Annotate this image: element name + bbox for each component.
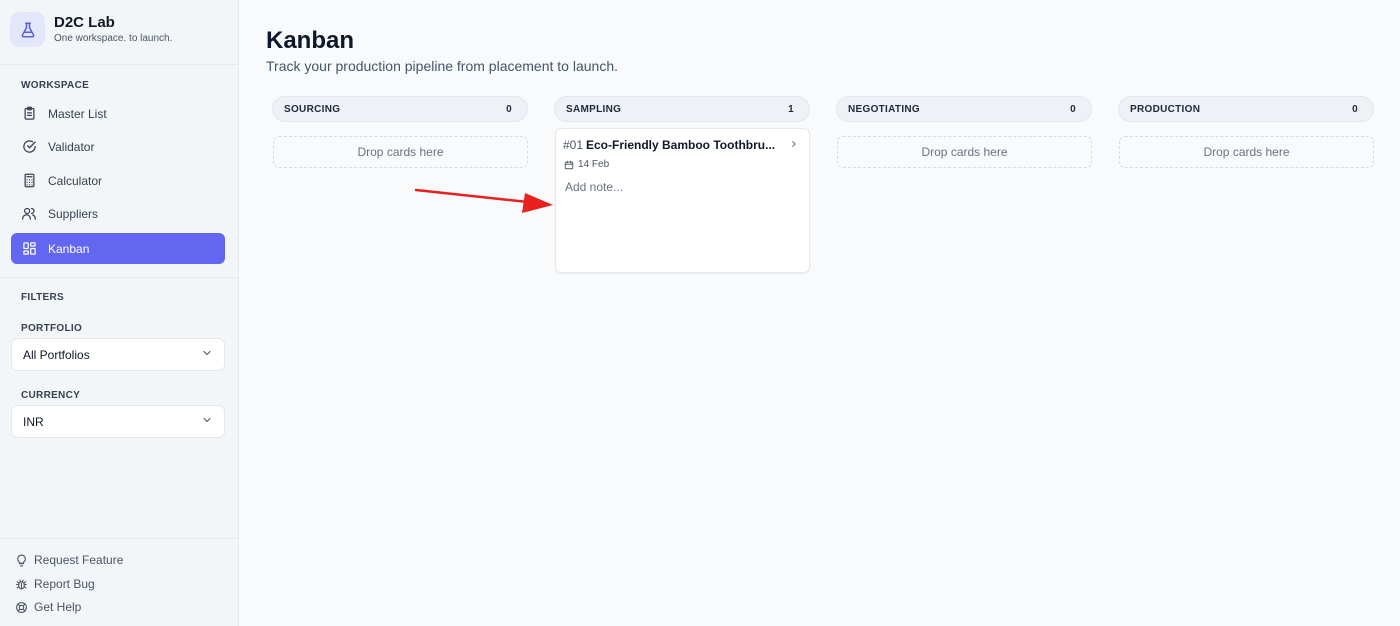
card-date: 14 Feb (564, 159, 609, 170)
calendar-icon (564, 160, 574, 170)
currency-label: CURRENCY (21, 390, 81, 401)
card-date-text: 14 Feb (578, 159, 610, 170)
filters-section-label: FILTERS (21, 292, 65, 303)
page-title: Kanban (266, 27, 355, 54)
sidebar-item-label: Suppliers (48, 206, 99, 221)
column-header-production: PRODUCTION 0 (1118, 96, 1374, 122)
drop-zone-production[interactable]: Drop cards here (1119, 136, 1374, 168)
kanban-icon (21, 241, 37, 257)
column-name: NEGOTIATING (848, 103, 921, 115)
footer-link-label: Report Bug (34, 577, 95, 591)
sidebar-item-label: Validator (48, 139, 95, 154)
card-title[interactable]: Eco-Friendly Bamboo Toothbru... (586, 138, 781, 152)
lightbulb-icon (14, 553, 28, 567)
flask-icon (10, 12, 45, 47)
column-count: 0 (506, 103, 512, 115)
column-name: PRODUCTION (1130, 103, 1201, 115)
brand: D2C Lab One workspace. to launch. (10, 12, 172, 47)
card-note-input[interactable] (565, 180, 801, 194)
column-header-sampling: SAMPLING 1 (554, 96, 810, 122)
users-icon (21, 206, 37, 222)
page-subtitle: Track your production pipeline from plac… (266, 58, 618, 74)
calculator-icon (21, 173, 37, 189)
currency-select[interactable]: INR (11, 405, 225, 438)
chevron-down-icon (201, 414, 213, 429)
chevron-down-icon (201, 347, 213, 362)
column-count: 0 (1352, 103, 1358, 115)
portfolio-select[interactable]: All Portfolios (11, 338, 225, 371)
column-header-negotiating: NEGOTIATING 0 (836, 96, 1092, 122)
drop-zone-sourcing[interactable]: Drop cards here (273, 136, 528, 168)
get-help-link[interactable]: Get Help (14, 600, 81, 614)
column-count: 0 (1070, 103, 1076, 115)
request-feature-link[interactable]: Request Feature (14, 553, 123, 567)
column-name: SAMPLING (566, 103, 622, 115)
column-header-sourcing: SOURCING 0 (272, 96, 528, 122)
brand-name: D2C Lab (54, 13, 115, 31)
workspace-section-label: WORKSPACE (21, 80, 90, 91)
report-bug-link[interactable]: Report Bug (14, 577, 95, 591)
portfolio-label: PORTFOLIO (21, 323, 83, 334)
sidebar-item-label: Master List (48, 106, 107, 121)
footer-link-label: Request Feature (34, 553, 124, 567)
sidebar-item-kanban[interactable]: Kanban (11, 233, 225, 264)
sidebar-item-validator[interactable]: Validator (11, 131, 225, 162)
divider (0, 277, 239, 278)
help-icon (14, 600, 28, 614)
sidebar-item-master-list[interactable]: Master List (11, 98, 225, 129)
chevron-right-icon[interactable] (788, 137, 800, 151)
brand-tagline: One workspace. to launch. (54, 32, 173, 44)
drop-zone-negotiating[interactable]: Drop cards here (837, 136, 1092, 168)
sidebar-item-suppliers[interactable]: Suppliers (11, 198, 225, 229)
portfolio-select-value: All Portfolios (23, 347, 90, 362)
sidebar: D2C Lab One workspace. to launch. WORKSP… (0, 0, 239, 626)
check-circle-icon (21, 139, 37, 155)
clipboard-icon (21, 106, 37, 122)
column-name: SOURCING (284, 103, 341, 115)
sidebar-item-calculator[interactable]: Calculator (11, 165, 225, 196)
divider (0, 538, 239, 539)
sidebar-item-label: Calculator (48, 173, 103, 188)
column-count: 1 (788, 103, 794, 115)
card-id: #01 (563, 138, 584, 152)
bug-icon (14, 577, 28, 591)
footer-link-label: Get Help (34, 600, 82, 614)
divider (0, 64, 239, 65)
currency-select-value: INR (23, 414, 44, 429)
kanban-card[interactable]: #01 Eco-Friendly Bamboo Toothbru... 14 F… (555, 128, 810, 273)
sidebar-item-label: Kanban (48, 241, 90, 256)
